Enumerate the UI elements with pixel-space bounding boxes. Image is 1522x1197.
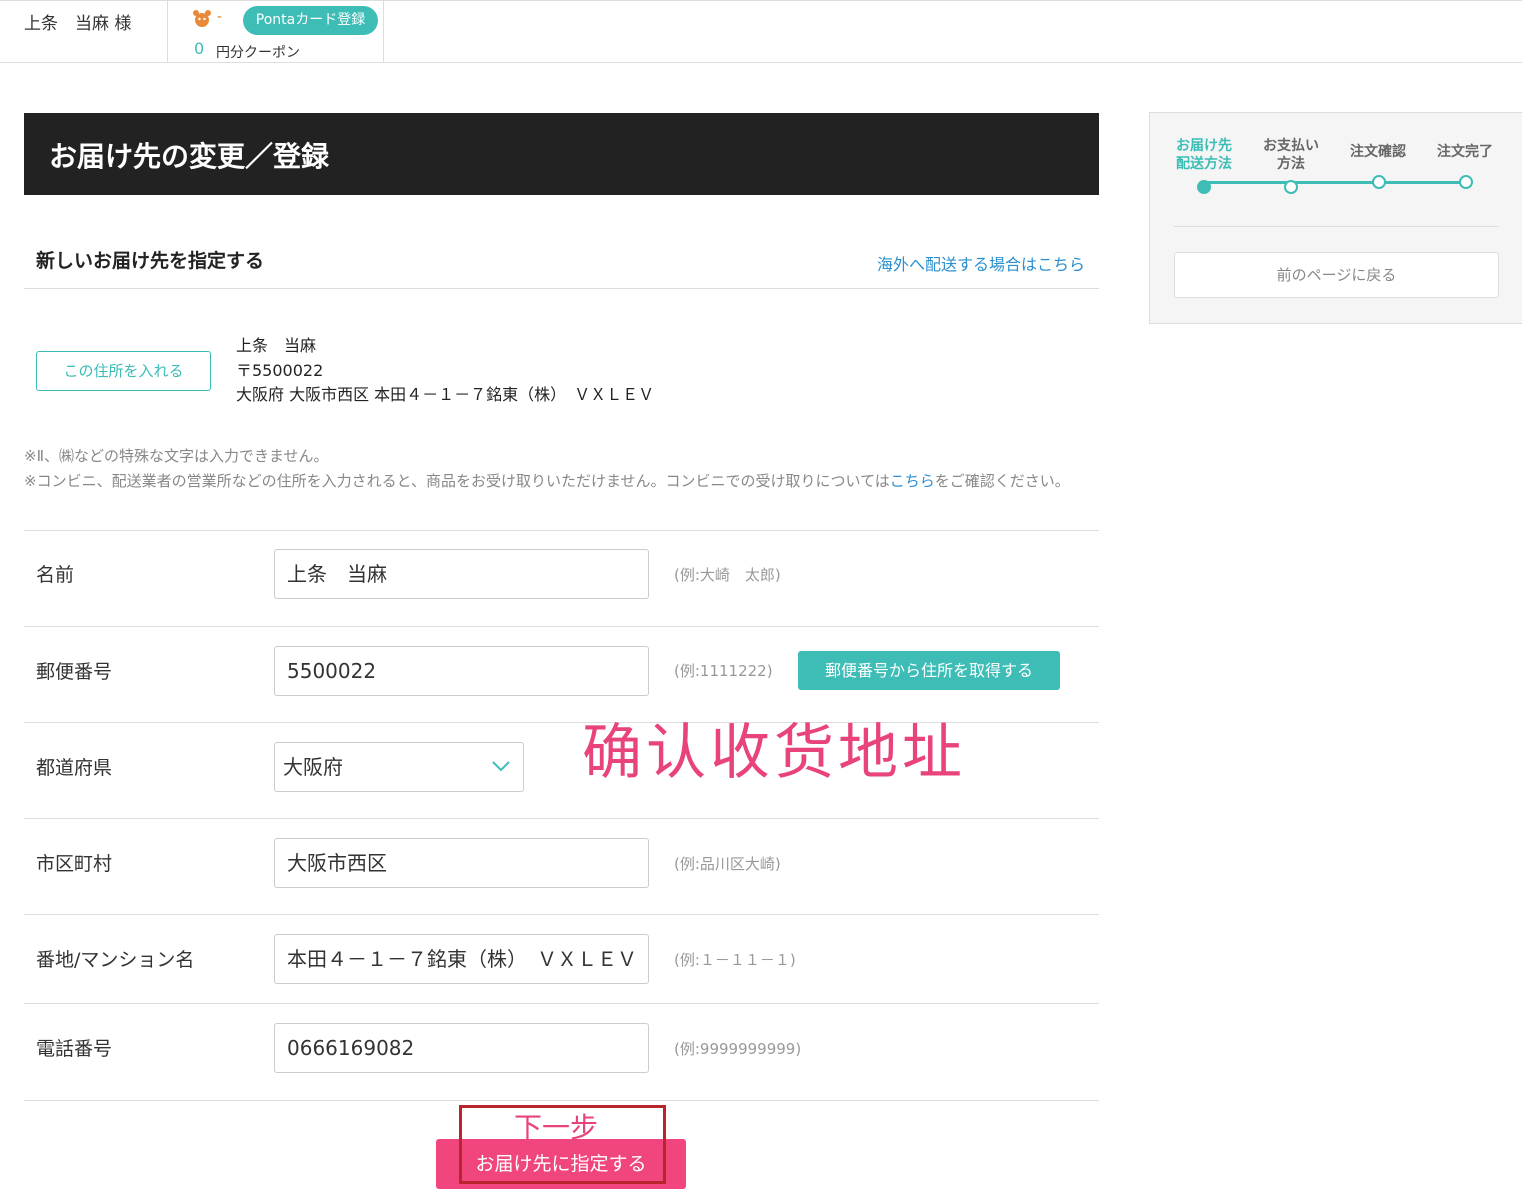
use-this-address-button[interactable]: この住所を入れる [36,351,211,391]
saved-address-name: 上条 当麻 [236,336,317,355]
name-example: (例:大崎 太郎) [674,566,781,584]
step-dot-active [1197,180,1211,194]
postal-label: 郵便番号 [36,661,113,683]
coupon-count: 0 [194,39,205,58]
step-label-line: お届け先 [1176,138,1232,154]
chevron-down-icon [492,761,510,772]
step-complete: 注文完了 [1437,144,1493,160]
divider [24,530,1099,531]
step-dot [1459,175,1473,189]
note-text: ※コンビニ、配送業者の営業所などの住所を入力されると、商品をお受け取りいただけま… [24,471,890,490]
prefecture-label: 都道府県 [36,757,113,779]
step-dot [1284,180,1298,194]
convenience-store-link[interactable]: こちら [890,472,935,490]
street-example: (例:１－１１－１) [674,951,796,969]
city-example: (例:品川区大崎) [674,855,781,873]
step-label-line: 配送方法 [1176,156,1232,172]
divider [24,288,1099,289]
ponta-icon [192,9,212,34]
phone-example: (例:9999999999) [674,1040,802,1058]
page-title: お届け先の変更／登録 [49,140,330,173]
ponta-register-button[interactable]: Pontaカード登録 [243,6,378,35]
name-input[interactable]: 上条 当麻 [274,549,649,599]
prefecture-value: 大阪府 [283,755,343,779]
saved-address-line: 大阪府 大阪市西区 本田４－１－７銘東（株） ＶＸＬＥＶ [236,385,655,404]
postal-example: (例:1111222) [674,662,773,680]
confirm-address-annotation: 确认收货地址 [582,718,966,788]
input-notes: ※Ⅱ、㈱などの特殊な文字は入力できません。 ※コンビニ、配送業者の営業所などの住… [24,444,1099,493]
ponta-points: - [217,9,223,25]
postal-lookup-button[interactable]: 郵便番号から住所を取得する [798,651,1060,690]
overseas-shipping-link[interactable]: 海外へ配送する場合はこちら [877,251,1085,275]
user-name: 上条 当麻 様 [24,14,132,34]
next-step-annotation: 下一步 [514,1111,599,1144]
divider [24,1100,1099,1101]
city-input[interactable]: 大阪市西区 [274,838,649,888]
divider [24,626,1099,627]
saved-address: 上条 当麻 〒5500022 大阪府 大阪市西区 本田４－１－７銘東（株） ＶＸ… [236,334,654,408]
saved-address-postal: 〒5500022 [236,360,324,380]
phone-input[interactable]: 0666169082 [274,1023,649,1073]
divider [383,1,384,63]
divider [24,1003,1099,1004]
phone-label: 電話番号 [36,1038,113,1060]
page-header: お届け先の変更／登録 [24,113,1099,195]
step-confirm: 注文確認 [1350,144,1406,160]
postal-input[interactable]: 5500022 [274,646,649,696]
note-special-chars: ※Ⅱ、㈱などの特殊な文字は入力できません。 [24,447,329,465]
note-text: をご確認ください。 [934,471,1070,490]
section-title: 新しいお届け先を指定する [36,250,265,272]
note-convenience-store: ※コンビニ、配送業者の営業所などの住所を入力されると、商品をお受け取りいただけま… [24,469,1099,494]
city-label: 市区町村 [36,853,113,875]
step-label-line: お支払い [1263,138,1319,154]
name-label: 名前 [36,564,75,586]
step-label-line: 方法 [1277,156,1305,172]
divider [24,818,1099,819]
step-delivery: お届け先 配送方法 [1170,137,1238,173]
divider [1174,226,1499,227]
street-label: 番地/マンション名 [36,949,195,971]
step-dot [1372,175,1386,189]
divider [24,914,1099,915]
street-input[interactable]: 本田４－１－７銘東（株） ＶＸＬＥＶ [274,934,649,984]
prefecture-select[interactable]: 大阪府 [274,742,524,792]
divider [167,1,168,63]
set-delivery-address-button[interactable]: お届け先に指定する [436,1139,686,1189]
back-button[interactable]: 前のページに戻る [1174,252,1499,298]
top-bar: 上条 当麻 様 - Pontaカード登録 0 円分クーポン [0,0,1522,63]
progress-line [1204,181,1466,184]
coupon-label: 円分クーポン [216,45,300,61]
step-payment: お支払い 方法 [1257,137,1325,173]
